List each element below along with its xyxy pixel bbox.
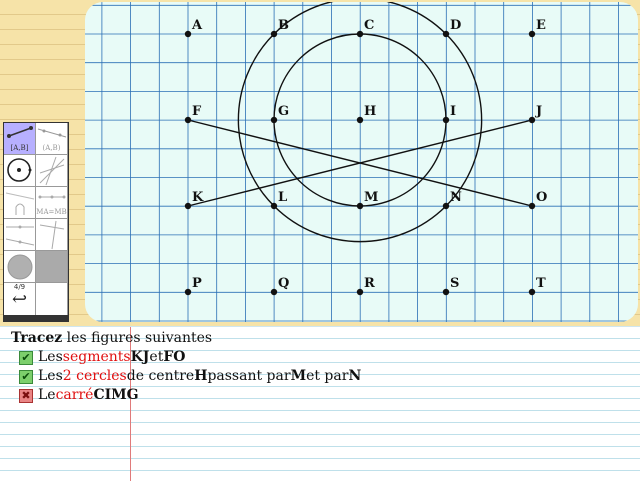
point-label-Q: Q [278,276,289,291]
point-H [356,116,364,124]
task-keyword: segments [62,349,131,365]
point-D [442,30,450,38]
task-text: et [149,349,164,365]
point-R [356,288,364,296]
point-B [270,30,278,38]
line-tool[interactable]: (A,B) [36,123,68,155]
point-O [528,202,536,210]
point-label-F: F [192,104,202,119]
point-K [184,202,192,210]
point-label-I: I [450,104,456,119]
circle-tool-icon [7,158,32,182]
cross-icon: ✖ [19,388,33,403]
point-G [270,116,278,124]
task-text: Le [38,387,56,403]
drawing-canvas[interactable]: A B C D E F G H I J K L M N O P Q R S T [85,2,638,322]
instructions: Tracez les figures suivantes ✔ Les segme… [11,329,361,405]
point-label-O: O [536,190,547,205]
task-segments: ✔ Les segments KJ et FO [19,348,361,367]
point-F [184,116,192,124]
line-tool-label: (A,B) [42,144,61,152]
navigation-cell: 4/9 ↩ [4,283,36,317]
heading-rest: les figures suivantes [62,330,213,346]
point-label-T: T [536,276,546,291]
point-I [442,116,450,124]
grey-disc-icon [7,254,33,280]
task-names: M [290,368,307,384]
check-icon: ✔ [19,350,33,365]
point-L [270,202,278,210]
point-J [528,116,536,124]
task-names: H [194,368,208,384]
midpoint-tool-icon [38,195,66,199]
point-label-B: B [278,18,289,33]
task-keyword: carré [55,387,94,403]
segment-tool-label: [A,B] [10,144,29,152]
ruler-tool-icon [5,225,35,246]
point-label-P: P [192,276,202,291]
circle-tool[interactable] [4,155,36,187]
point-N [442,202,450,210]
point-A [184,30,192,38]
point-label-K: K [192,190,204,205]
return-arrow-icon[interactable]: ↩ [4,291,35,309]
segment-tool[interactable]: [A,B] [4,123,36,155]
task-names: CIMG [93,387,139,403]
grid-board[interactable]: A B C D E F G H I J K L M N O P Q R S T [85,2,638,322]
empty-tool-cell [36,283,68,317]
point-C [356,30,364,38]
ruler-tool[interactable] [4,219,36,251]
segment-tool-icon [7,126,33,138]
angle-tool-icon [39,220,65,250]
task-text: et par [306,368,349,384]
point-S [442,288,450,296]
task-names: KJ [130,349,150,365]
point-label-J: J [535,104,542,119]
point-label-R: R [364,276,375,291]
point-label-M: M [364,190,378,205]
heading-verb: Tracez [11,330,63,346]
point-label-G: G [278,104,289,119]
point-label-E: E [536,18,546,33]
grey-fill-tool[interactable] [36,251,68,283]
multi-line-tool-icon [39,156,65,186]
angle-tool[interactable] [36,219,68,251]
point-T [528,288,536,296]
line-tool-icon [37,128,67,138]
point-label-D: D [450,18,461,33]
multi-line-tool[interactable] [36,155,68,187]
check-icon: ✔ [19,369,33,384]
task-names: FO [163,349,186,365]
fill-color-tool[interactable] [4,251,36,283]
task-names: N [348,368,362,384]
task-text: Les [38,368,63,384]
point-label-N: N [450,190,462,205]
task-circles: ✔ Les 2 cercles de centre H passant par … [19,367,361,386]
toolbox-footer [4,315,68,321]
midpoint-tool[interactable]: MA=MB [36,187,68,219]
task-text: passant par [207,368,291,384]
point-Q [270,288,278,296]
point-label-L: L [278,190,287,205]
task-keyword: 2 cercles [62,368,127,384]
point-E [528,30,536,38]
point-label-A: A [191,18,203,33]
arc-tool[interactable] [4,187,36,219]
point-M [356,202,364,210]
task-text: de centre [126,368,195,384]
task-square: ✖ Le carré CIMG [19,386,361,405]
point-P [184,288,192,296]
instructions-panel: Tracez les figures suivantes ✔ Les segme… [0,326,640,481]
point-label-C: C [364,18,374,33]
point-label-S: S [450,276,459,291]
point-label-H: H [364,104,376,119]
arc-tool-icon [5,192,35,215]
instructions-heading: Tracez les figures suivantes [11,329,361,348]
toolbox: [A,B] (A,B) MA=MB 4/9 ↩ [3,122,69,322]
midpoint-tool-label: MA=MB [36,208,67,216]
task-text: Les [38,349,63,365]
